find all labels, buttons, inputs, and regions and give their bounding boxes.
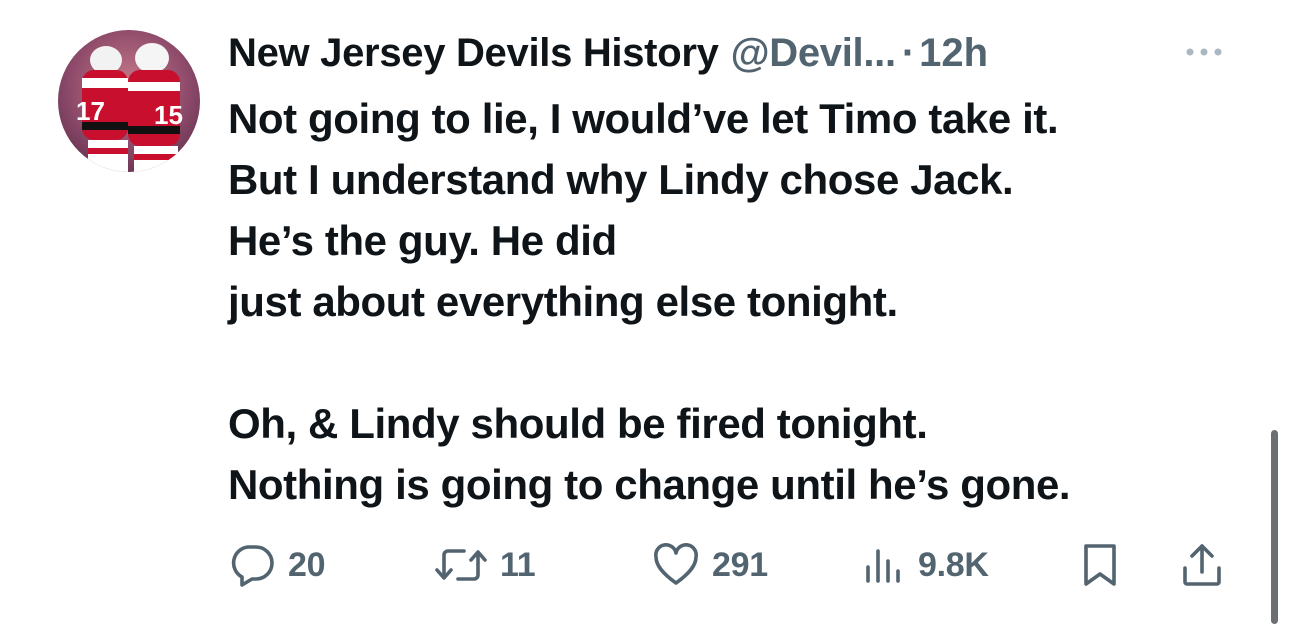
author-handle[interactable]: @Devil... bbox=[731, 28, 897, 78]
more-dots-icon bbox=[1186, 48, 1222, 56]
avatar[interactable]: 17 15 bbox=[58, 30, 200, 172]
tweet-text: Not going to lie, I would’ve let Timo ta… bbox=[228, 88, 1248, 515]
retweet-count: 11 bbox=[500, 545, 536, 584]
share-button[interactable] bbox=[1180, 540, 1224, 590]
tweet-text-line: Oh, & Lindy should be fired tonight. bbox=[228, 400, 928, 447]
svg-text:17: 17 bbox=[76, 96, 105, 126]
tweet-text-line: But I understand why Lindy chose Jack. bbox=[228, 156, 1014, 203]
bookmark-icon bbox=[1084, 544, 1116, 586]
tweet-timestamp[interactable]: 12h bbox=[919, 28, 988, 78]
tweet-header: New Jersey Devils History @Devil... · 12… bbox=[228, 28, 988, 78]
retweet-icon bbox=[435, 549, 487, 581]
reply-icon bbox=[231, 545, 274, 587]
like-count: 291 bbox=[712, 545, 768, 584]
hockey-players-avatar-icon: 17 15 bbox=[58, 30, 200, 172]
share-icon bbox=[1183, 544, 1221, 586]
like-button[interactable]: 291 bbox=[652, 540, 768, 590]
tweet-text-line: He’s the guy. He did bbox=[228, 217, 617, 264]
reply-button[interactable]: 20 bbox=[228, 540, 326, 590]
tweet: 17 15 New Jersey Devils History @Devil..… bbox=[0, 0, 1290, 624]
bookmark-button[interactable] bbox=[1080, 540, 1120, 590]
author-display-name[interactable]: New Jersey Devils History bbox=[228, 28, 719, 78]
tweet-text-line: Not going to lie, I would’ve let Timo ta… bbox=[228, 95, 1059, 142]
scrollbar[interactable] bbox=[1271, 430, 1278, 624]
action-bar: 20 11 291 9.8K bbox=[228, 540, 1228, 590]
views-button[interactable]: 9.8K bbox=[862, 540, 989, 590]
reply-count: 20 bbox=[288, 545, 326, 584]
heart-icon bbox=[654, 543, 698, 585]
separator-dot: · bbox=[901, 31, 916, 75]
views-count: 9.8K bbox=[918, 545, 989, 584]
more-options-button[interactable] bbox=[1180, 34, 1228, 70]
views-icon bbox=[866, 549, 900, 583]
tweet-text-line: just about everything else tonight. bbox=[228, 278, 898, 325]
retweet-button[interactable]: 11 bbox=[434, 540, 536, 590]
tweet-text-line: Nothing is going to change until he’s go… bbox=[228, 461, 1071, 508]
svg-text:15: 15 bbox=[154, 100, 183, 130]
